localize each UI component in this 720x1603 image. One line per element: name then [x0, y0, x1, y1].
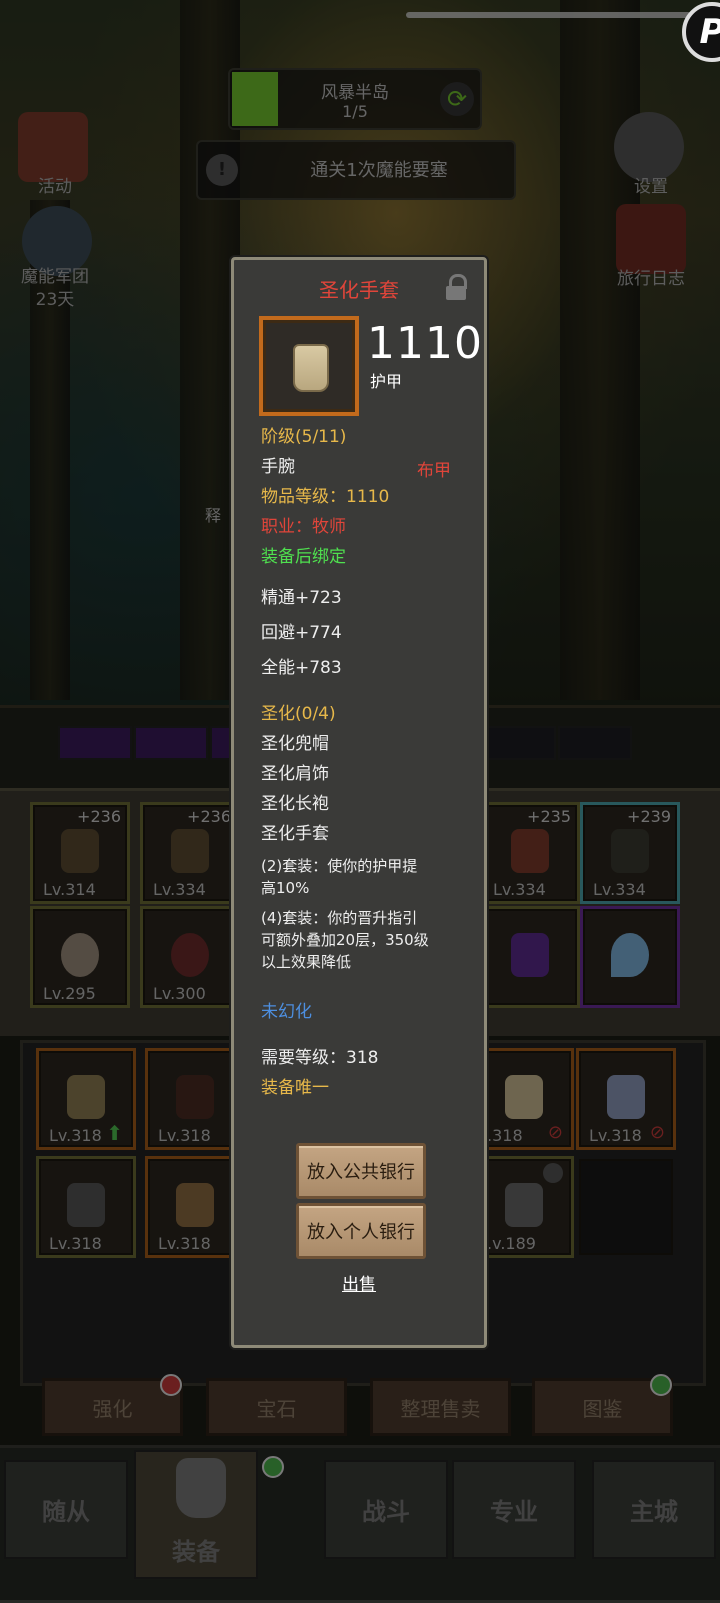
item-slot: 手腕 [261, 457, 295, 477]
class-requirement: 职业：牧师 [261, 517, 346, 537]
set-bonus-4-cont: 可额外叠加20层，350级 [261, 931, 429, 949]
set-item: 圣化手套 [261, 824, 329, 844]
item-tooltip: 圣化手套 1110 护甲 阶级(5/11) 手腕 布甲 物品等级：1110 职业… [231, 257, 487, 1348]
set-bonus-2: (2)套装：使你的护甲提 [261, 857, 418, 875]
armor-label: 护甲 [370, 372, 403, 391]
bracer-icon [293, 344, 329, 392]
set-item: 圣化兜帽 [261, 734, 329, 754]
unique-equip: 装备唯一 [261, 1078, 329, 1098]
public-bank-label: 放入公共银行 [307, 1162, 415, 1183]
set-bonus-2-cont: 高10% [261, 879, 310, 897]
item-level-line: 物品等级：1110 [261, 487, 390, 507]
item-icon-frame [259, 316, 359, 416]
sell-link[interactable]: 出售 [234, 1270, 484, 1295]
transmog-status: 未幻化 [261, 1002, 312, 1022]
public-bank-button[interactable]: 放入公共银行 [296, 1143, 426, 1199]
set-name: 圣化(0/4) [261, 704, 336, 724]
stat-mastery: 精通+723 [261, 588, 342, 608]
stat-dodge: 回避+774 [261, 623, 342, 643]
item-tier: 阶级(5/11) [261, 427, 347, 447]
lock-body [446, 286, 466, 300]
set-bonus-4: (4)套装：你的晋升指引 [261, 909, 418, 927]
bind-type: 装备后绑定 [261, 547, 346, 567]
armor-type: 布甲 [417, 461, 451, 481]
set-item: 圣化长袍 [261, 794, 329, 814]
unlock-icon[interactable] [446, 274, 467, 300]
personal-bank-button[interactable]: 放入个人银行 [296, 1203, 426, 1259]
set-item: 圣化肩饰 [261, 764, 329, 784]
armor-value: 1110 [367, 318, 483, 369]
personal-bank-label: 放入个人银行 [307, 1222, 415, 1243]
set-bonus-4-cont: 以上效果降低 [261, 953, 352, 971]
required-level: 需要等级：318 [261, 1048, 379, 1068]
stat-versatility: 全能+783 [261, 658, 342, 678]
